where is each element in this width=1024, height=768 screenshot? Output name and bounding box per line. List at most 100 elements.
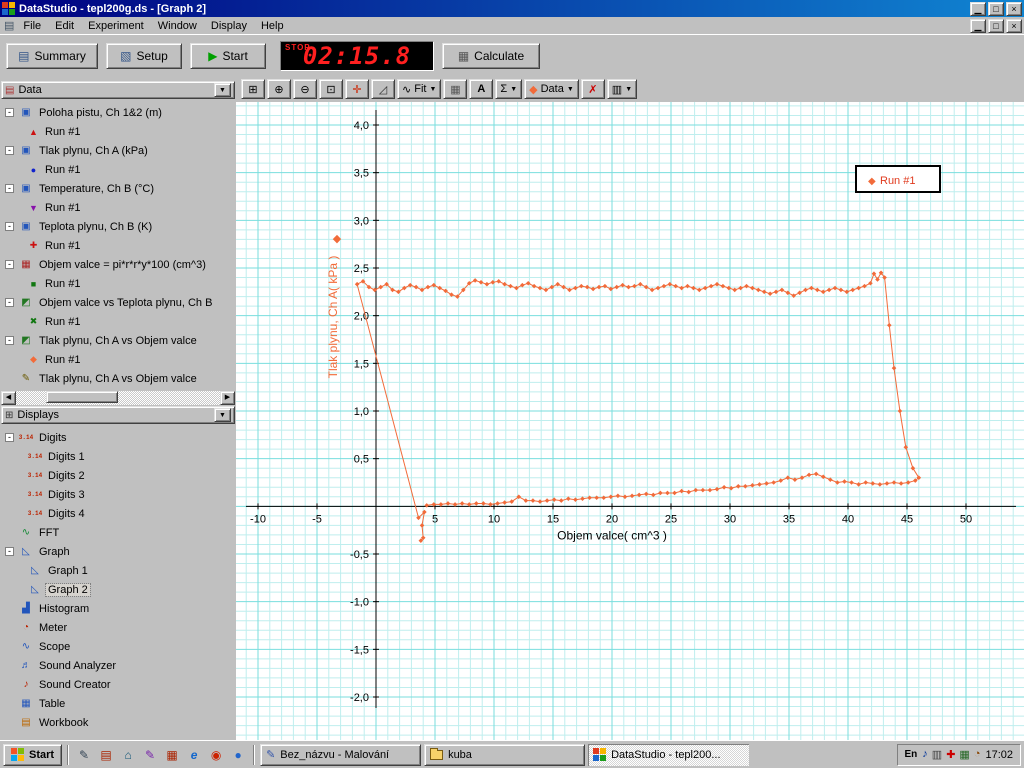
calculator-icon[interactable]: ▦ [162,745,182,765]
pen-icon[interactable]: ✎ [140,745,160,765]
data-run-item[interactable]: ▲ Run #1 [0,122,236,141]
statistics-menu-button[interactable]: Σ ▼ [495,79,523,99]
expander-icon[interactable]: - [5,108,14,117]
display-item[interactable]: ▦ Table [0,694,236,713]
start-menu-button[interactable]: Start [3,743,63,766]
expander-icon[interactable]: - [5,222,14,231]
menu-display[interactable]: Display [204,19,254,33]
calculator-button[interactable]: ▦ [443,79,468,99]
data-item[interactable]: ✎ Tlak plynu, Ch A vs Objem valce [0,369,236,388]
network-icon[interactable]: ▦ [959,748,969,761]
data-item[interactable]: - ◩ Tlak plynu, Ch A vs Objem valce [0,331,236,350]
data-item[interactable]: - ▦ Objem valce = pi*r*r*y*100 (cm^3) [0,255,236,274]
display-item[interactable]: -3.14 Digits [0,428,236,447]
expander-icon[interactable]: - [5,298,14,307]
data-run-item[interactable]: ✚ Run #1 [0,236,236,255]
mdi-close-button[interactable]: × [1006,18,1022,33]
data-run-item[interactable]: ■ Run #1 [0,274,236,293]
display-child-item[interactable]: 3.14 Digits 4 [0,504,236,523]
display-item[interactable]: ∿ FFT [0,523,236,542]
menu-file[interactable]: File [16,19,48,33]
data-run-item[interactable]: ▼ Run #1 [0,198,236,217]
data-item[interactable]: - ▣ Poloha pistu, Ch 1&2 (m) [0,103,236,122]
smart-tool-button[interactable]: ✛ [345,79,369,99]
data-run-item[interactable]: ✖ Run #1 [0,312,236,331]
volume-icon[interactable]: ♪ [922,748,928,761]
data-menu-icon: ◆ [529,83,538,96]
display-item[interactable]: ∿ Scope [0,637,236,656]
show-desktop-icon[interactable]: ⌂ [118,745,138,765]
mdi-restore-button[interactable]: □ [988,18,1004,33]
delete-button[interactable]: ✗ [580,79,605,99]
run-marker-icon: ■ [30,278,37,289]
setup-button[interactable]: ▧ Setup [106,42,182,69]
menu-help[interactable]: Help [254,19,291,33]
mdi-minimize-button[interactable]: ▁ [970,18,986,33]
display-child-item[interactable]: 3.14 Digits 3 [0,485,236,504]
display-item[interactable]: ▟ Histogram [0,599,236,618]
zoom-select-button[interactable]: ⊡ [319,79,343,99]
scale-to-fit-button[interactable]: ⊞ [241,79,265,99]
calculate-button[interactable]: ▦ Calculate [442,42,540,69]
expander-icon[interactable]: - [5,184,14,193]
data-item[interactable]: - ▣ Teplota plynu, Ch B (K) [0,217,236,236]
display-child-item[interactable]: ◺ Graph 2 [0,580,236,599]
graph-canvas[interactable]: -10 -5 5 10 15 20 25 30 35 40 45 50 4,0 3,5 3,0 2,5 2,0 1… [236,102,1024,740]
antivirus-icon[interactable]: ✚ [946,748,955,761]
expander-icon[interactable]: - [5,260,14,269]
display-child-item[interactable]: 3.14 Digits 2 [0,466,236,485]
displays-panel-dropdown-button[interactable]: ▼ [214,408,231,422]
expander-icon[interactable]: - [5,146,14,155]
data-menu-button[interactable]: ◆ Data ▼ [524,79,579,99]
data-panel-dropdown-button[interactable]: ▼ [214,83,231,97]
maximize-button[interactable]: □ [988,1,1004,16]
close-button[interactable]: × [1006,1,1022,16]
data-run-item[interactable]: ● Run #1 [0,160,236,179]
graph-settings-button[interactable]: ▥ ▼ [606,79,638,99]
player-icon[interactable]: ◉ [206,745,226,765]
minimize-button[interactable]: ▁ [970,1,986,16]
display-item[interactable]: ▤ Workbook [0,713,236,732]
summary-button[interactable]: ▤ Summary [6,42,98,69]
zoom-out-button[interactable]: ⊖ [293,79,317,99]
display-child-item[interactable]: 3.14 Digits 1 [0,447,236,466]
pressure-vs-volume-chart[interactable]: -10 -5 5 10 15 20 25 30 35 40 45 504,03,53,02,52,01… [236,102,1024,740]
data-panel-hscrollbar[interactable]: ◀ ▶ [1,391,235,405]
scrollbar-track[interactable] [16,391,220,405]
globe-icon[interactable]: ● [228,745,248,765]
fit-menu-button[interactable]: ∿ Fit ▼ [397,79,442,99]
data-item[interactable]: - ▣ Temperature, Ch B (°C) [0,179,236,198]
scroll-right-button[interactable]: ▶ [220,391,235,405]
scrollbar-thumb[interactable] [46,391,118,403]
expander-icon[interactable]: - [5,547,14,556]
menu-experiment[interactable]: Experiment [81,19,151,33]
data-item[interactable]: - ◩ Objem valce vs Teplota plynu, Ch B [0,293,236,312]
journal-icon[interactable]: ✎ [74,745,94,765]
text-tool-button[interactable]: A [469,79,494,99]
expander-icon[interactable]: - [5,336,14,345]
zoom-in-button[interactable]: ⊕ [267,79,291,99]
display-child-item[interactable]: ◺ Graph 1 [0,561,236,580]
data-item[interactable]: - ▣ Tlak plynu, Ch A (kPa) [0,141,236,160]
slope-tool-button[interactable]: ◿ [371,79,395,99]
displays-panel-header[interactable]: ⊞ Displays ▼ [1,406,235,424]
keyboard-layout-indicator[interactable]: En [905,749,918,760]
media-icon[interactable]: ▤ [96,745,116,765]
display-item[interactable]: ♬ Sound Analyzer [0,656,236,675]
display-item[interactable]: ◔ Meter [0,618,236,637]
menu-edit[interactable]: Edit [48,19,81,33]
menu-window[interactable]: Window [151,19,204,33]
task-button-3[interactable]: DataStudio - tepl200... [588,743,750,766]
display-icon[interactable]: ▥ [932,748,942,761]
data-panel-header[interactable]: ▤ Data ▼ [1,81,235,99]
task-button-2[interactable]: kuba [424,743,586,766]
data-run-item[interactable]: ◆ Run #1 [0,350,236,369]
display-item[interactable]: ♪ Sound Creator [0,675,236,694]
task-button-1[interactable]: ✎ Bez_názvu - Malování [260,743,422,766]
expander-icon[interactable]: - [5,433,14,442]
scroll-left-button[interactable]: ◀ [1,391,16,405]
display-item[interactable]: - ◺ Graph [0,542,236,561]
browser-icon[interactable]: e [184,745,204,765]
start-experiment-button[interactable]: ▶ Start [190,42,266,69]
scheduler-icon[interactable]: ◔ [974,748,981,761]
